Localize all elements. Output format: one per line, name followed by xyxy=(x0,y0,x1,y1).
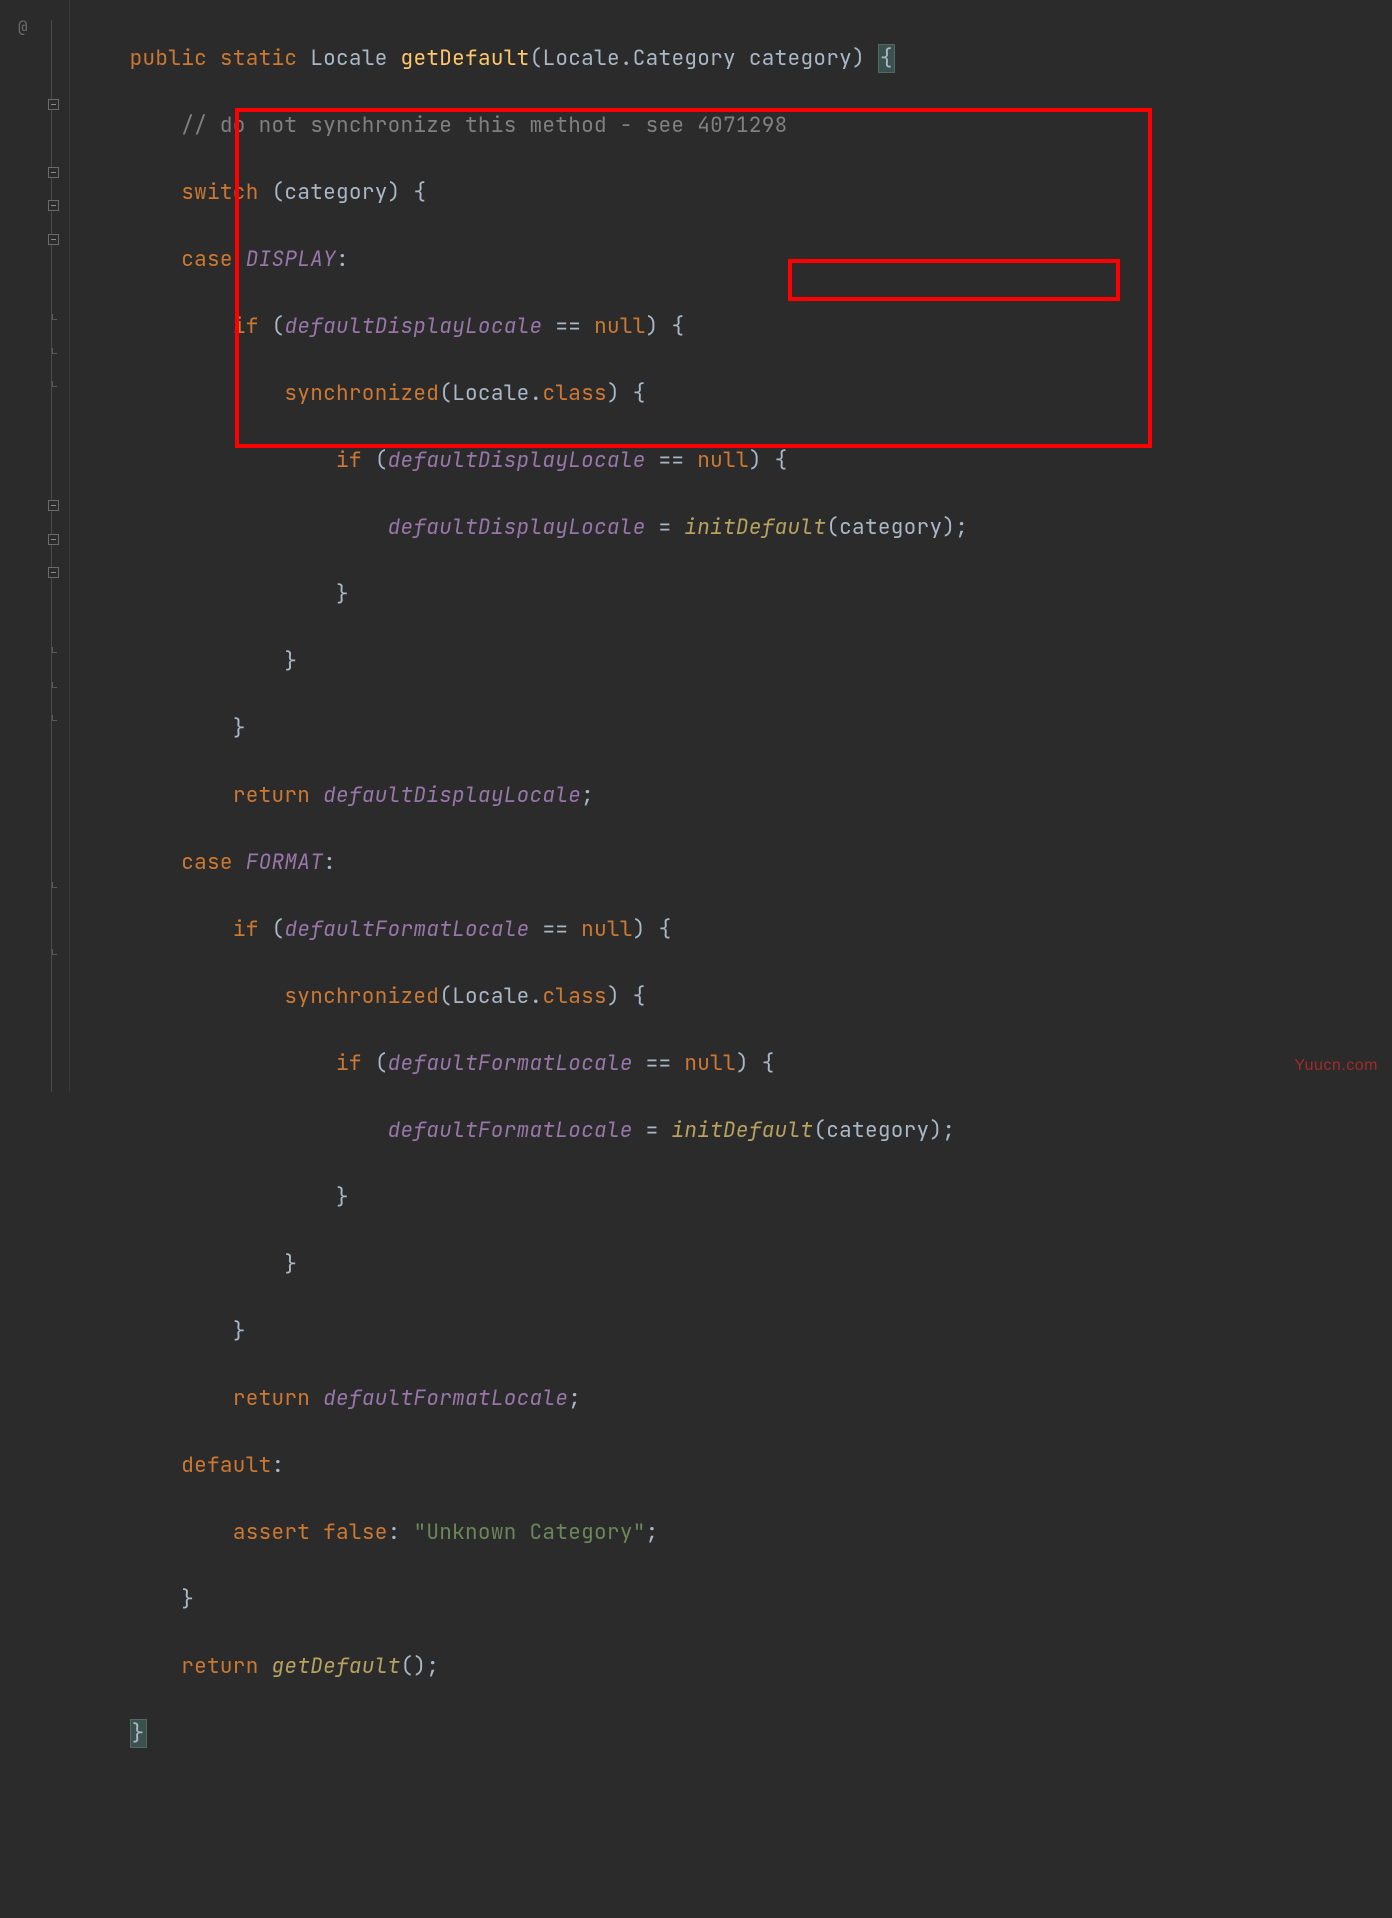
code-line[interactable]: } xyxy=(70,645,1392,679)
code-area[interactable]: public static Locale getDefault(Locale.C… xyxy=(70,0,1392,1092)
code-line[interactable]: if (defaultDisplayLocale == null) { xyxy=(70,444,1392,478)
fold-icon[interactable] xyxy=(46,498,60,512)
code-line[interactable]: defaultFormatLocale = initDefault(catego… xyxy=(70,1114,1392,1148)
code-line[interactable]: if (defaultFormatLocale == null) { xyxy=(70,913,1392,947)
code-line[interactable]: } xyxy=(70,1248,1392,1282)
fold-icon[interactable] xyxy=(46,565,60,579)
fold-icon[interactable] xyxy=(46,97,60,111)
matched-brace: } xyxy=(130,1719,147,1748)
code-line[interactable]: return getDefault(); xyxy=(70,1650,1392,1684)
gutter: @ xyxy=(0,0,70,1092)
code-line[interactable]: synchronized(Locale.class) { xyxy=(70,980,1392,1014)
code-line[interactable]: case DISPLAY: xyxy=(70,243,1392,277)
code-line[interactable]: default: xyxy=(70,1449,1392,1483)
fold-icon[interactable] xyxy=(46,232,60,246)
fold-end-icon[interactable] xyxy=(46,379,60,393)
keyword: public xyxy=(130,45,207,72)
code-line[interactable]: if (defaultDisplayLocale == null) { xyxy=(70,310,1392,344)
override-icon[interactable]: @ xyxy=(18,10,28,44)
code-line[interactable]: public static Locale getDefault(Locale.C… xyxy=(70,42,1392,76)
fold-icon[interactable] xyxy=(46,198,60,212)
fold-end-icon[interactable] xyxy=(46,680,60,694)
method-name: getDefault xyxy=(401,45,530,72)
code-line[interactable]: } xyxy=(70,1583,1392,1617)
code-line[interactable]: synchronized(Locale.class) { xyxy=(70,377,1392,411)
code-line[interactable]: switch (category) { xyxy=(70,176,1392,210)
watermark: Yuucn.com xyxy=(1294,1049,1378,1083)
fold-end-icon[interactable] xyxy=(46,880,60,894)
code-line[interactable]: return defaultDisplayLocale; xyxy=(70,779,1392,813)
code-line[interactable]: case FORMAT: xyxy=(70,846,1392,880)
fold-end-icon[interactable] xyxy=(46,645,60,659)
code-line[interactable]: } xyxy=(70,1315,1392,1349)
code-line[interactable]: assert false: "Unknown Category"; xyxy=(70,1516,1392,1550)
fold-end-icon[interactable] xyxy=(46,346,60,360)
code-line[interactable]: return defaultFormatLocale; xyxy=(70,1382,1392,1416)
fold-guide-line xyxy=(51,20,52,1092)
code-line[interactable]: } xyxy=(70,578,1392,612)
code-line[interactable]: if (defaultFormatLocale == null) { xyxy=(70,1047,1392,1081)
fold-icon[interactable] xyxy=(46,532,60,546)
code-line[interactable]: defaultDisplayLocale = initDefault(categ… xyxy=(70,511,1392,545)
code-line[interactable]: } xyxy=(70,1181,1392,1215)
type: Locale xyxy=(310,45,387,72)
fold-end-icon[interactable] xyxy=(46,947,60,961)
keyword: static xyxy=(220,45,297,72)
code-line[interactable]: // do not synchronize this method - see … xyxy=(70,109,1392,143)
fold-end-icon[interactable] xyxy=(46,312,60,326)
comment: // do not synchronize this method - see … xyxy=(181,112,787,139)
code-line[interactable]: } xyxy=(70,712,1392,746)
fold-icon[interactable] xyxy=(46,165,60,179)
fold-end-icon[interactable] xyxy=(46,713,60,727)
code-line[interactable]: } xyxy=(70,1717,1392,1751)
matched-brace: { xyxy=(878,44,895,73)
editor-pane: @ public static Locale getDefault(Locale… xyxy=(0,0,1392,1092)
